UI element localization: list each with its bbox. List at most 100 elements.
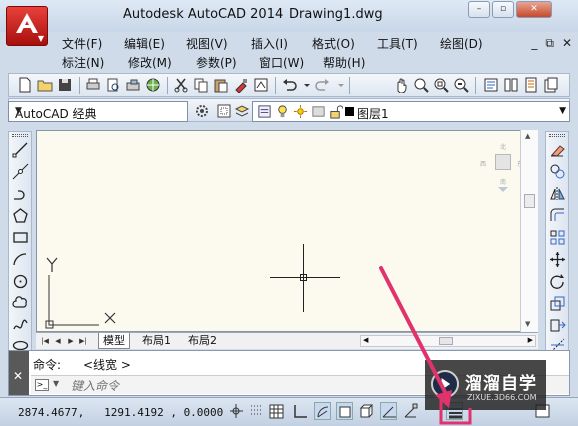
tab-prev-icon[interactable]: ◀ — [53, 335, 63, 347]
tab-model[interactable]: 模型 — [98, 333, 130, 349]
polyline-icon[interactable] — [12, 185, 29, 202]
tab-layout1[interactable]: 布局1 — [142, 333, 171, 349]
scroll-down-icon[interactable]: ▼ — [525, 320, 530, 328]
match-properties-icon[interactable] — [233, 77, 249, 93]
spline-icon[interactable] — [12, 317, 29, 334]
viewcube-face[interactable] — [495, 154, 511, 170]
tool-palettes-icon[interactable] — [523, 77, 539, 93]
menu-draw[interactable]: 绘图(D) — [440, 35, 483, 52]
zoom-window-icon[interactable] — [433, 77, 449, 93]
revision-cloud-icon[interactable] — [12, 295, 29, 312]
dynamic-ucs-icon[interactable] — [402, 402, 419, 420]
copy-icon[interactable] — [193, 77, 209, 93]
command-input[interactable] — [71, 378, 451, 393]
line-icon[interactable] — [12, 141, 29, 158]
publish-icon[interactable] — [125, 77, 141, 93]
cut-icon[interactable] — [173, 77, 189, 93]
copy-object-icon[interactable] — [549, 163, 566, 180]
tab-first-icon[interactable]: |◀ — [40, 335, 50, 347]
doc-restore-button[interactable]: ⧉ — [545, 36, 554, 51]
rectangle-icon[interactable] — [12, 229, 29, 246]
minimize-button[interactable]: – — [468, 1, 490, 18]
offset-icon[interactable] — [549, 207, 566, 224]
rotate-icon[interactable] — [549, 273, 566, 290]
scroll-up-icon[interactable]: ▲ — [525, 132, 530, 140]
menu-help[interactable]: 帮助(H) — [323, 54, 365, 71]
restore-button[interactable]: ▫ — [492, 1, 514, 18]
scroll-right-icon[interactable]: ▶ — [528, 336, 533, 344]
paste-icon[interactable] — [213, 77, 229, 93]
tab-last-icon[interactable]: ▶| — [78, 335, 88, 347]
customize-icon[interactable] — [216, 103, 232, 119]
menu-file[interactable]: 文件(F) — [62, 35, 102, 52]
grid-display-icon[interactable] — [268, 402, 285, 420]
print-preview-icon[interactable] — [105, 77, 121, 93]
layer-properties-icon[interactable] — [234, 103, 250, 119]
redo-icon[interactable] — [315, 77, 331, 93]
object-snap-tracking-icon[interactable] — [380, 402, 397, 420]
erase-icon[interactable] — [549, 141, 566, 158]
command-prompt-icon[interactable]: >_ — [35, 379, 49, 391]
mirror-icon[interactable] — [549, 185, 566, 202]
sheet-set-icon[interactable] — [543, 77, 559, 93]
stretch-icon[interactable] — [549, 317, 566, 334]
construction-line-icon[interactable] — [12, 163, 29, 180]
command-window-handle[interactable]: ✕ — [9, 351, 29, 395]
drawing-canvas[interactable]: 北 西 东 南 — [36, 130, 538, 332]
snap-mode-icon[interactable] — [248, 402, 265, 420]
ortho-mode-icon[interactable] — [292, 402, 309, 420]
menu-window[interactable]: 窗口(W) — [259, 54, 304, 71]
command-recent-dropdown-icon[interactable]: ▼ — [53, 379, 59, 388]
menu-parametric[interactable]: 参数(P) — [196, 54, 237, 71]
application-menu-button[interactable]: ▼ — [6, 6, 48, 46]
menu-tools[interactable]: 工具(T) — [377, 35, 418, 52]
workspace-select[interactable]: AutoCAD 经典 ▼ — [8, 101, 188, 122]
menu-view[interactable]: 视图(V) — [186, 35, 228, 52]
zoom-realtime-icon[interactable] — [413, 77, 429, 93]
horizontal-scrollbar[interactable]: ◀ ▶ — [360, 335, 536, 347]
infer-constraints-icon[interactable] — [228, 402, 245, 420]
menu-insert[interactable]: 插入(I) — [251, 35, 288, 52]
menu-edit[interactable]: 编辑(E) — [124, 35, 165, 52]
scale-icon[interactable] — [549, 295, 566, 312]
save-icon[interactable] — [57, 77, 73, 93]
viewcube-menu-icon[interactable] — [496, 186, 510, 193]
standard-toolbar — [8, 73, 570, 97]
zoom-previous-icon[interactable] — [453, 77, 469, 93]
command-close-icon[interactable]: ✕ — [13, 369, 23, 383]
undo-icon[interactable] — [281, 77, 297, 93]
doc-minimize-button[interactable]: _ — [531, 36, 537, 51]
block-editor-icon[interactable] — [253, 77, 269, 93]
vertical-scrollbar[interactable]: ▲ ▼ — [520, 130, 538, 332]
move-icon[interactable] — [549, 251, 566, 268]
scroll-left-icon[interactable]: ◀ — [363, 336, 368, 344]
menu-modify[interactable]: 修改(M) — [128, 54, 172, 71]
array-icon[interactable] — [549, 229, 566, 246]
open-file-icon[interactable] — [37, 77, 53, 93]
horizontal-scroll-thumb[interactable] — [439, 337, 453, 345]
pan-icon[interactable] — [393, 77, 409, 93]
new-file-icon[interactable] — [17, 77, 33, 93]
title-bar: Autodesk AutoCAD 2014 Drawing1.dwg – ▫ ✕ — [0, 0, 578, 32]
print-icon[interactable] — [85, 77, 101, 93]
object-snap-icon[interactable] — [336, 402, 353, 420]
design-center-icon[interactable] — [503, 77, 519, 93]
tab-layout2[interactable]: 布局2 — [188, 333, 217, 349]
redo-dropdown-icon[interactable] — [333, 77, 344, 93]
undo-dropdown-icon[interactable] — [299, 77, 310, 93]
circle-icon[interactable] — [12, 273, 29, 290]
3d-publish-icon[interactable] — [145, 77, 161, 93]
polar-tracking-icon[interactable] — [314, 402, 331, 420]
doc-close-button[interactable]: ✕ — [562, 36, 572, 51]
polygon-icon[interactable] — [12, 207, 29, 224]
menu-dimension[interactable]: 标注(N) — [62, 54, 104, 71]
close-button[interactable]: ✕ — [516, 1, 552, 18]
workspace-settings-icon[interactable] — [194, 103, 210, 119]
vertical-scroll-thumb[interactable] — [524, 194, 535, 208]
properties-icon[interactable] — [483, 77, 499, 93]
tab-next-icon[interactable]: ▶ — [66, 335, 76, 347]
arc-icon[interactable] — [12, 251, 29, 268]
layer-select[interactable]: 图层1 ▼ — [252, 101, 570, 122]
menu-format[interactable]: 格式(O) — [312, 35, 355, 52]
3d-object-snap-icon[interactable] — [358, 402, 375, 420]
